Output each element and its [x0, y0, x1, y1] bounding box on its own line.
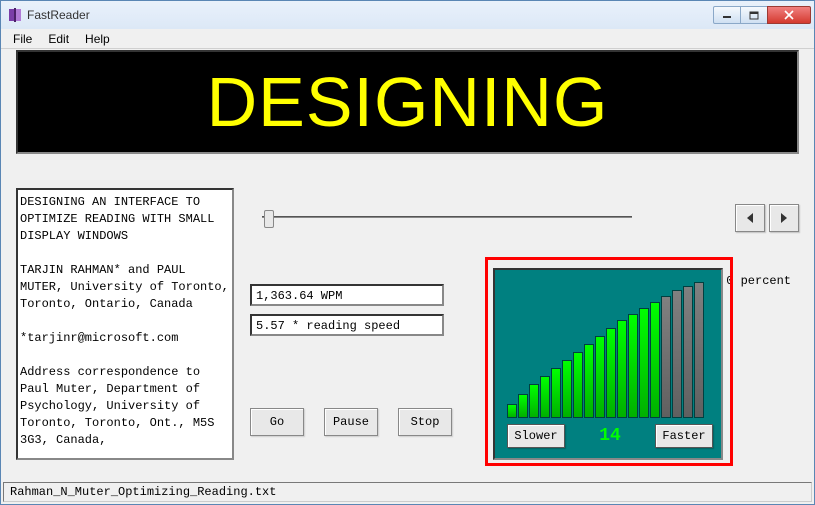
- speed-bars: [507, 278, 713, 418]
- slider-thumb[interactable]: [264, 210, 274, 228]
- speed-panel: Slower 14 Faster: [493, 268, 723, 460]
- speed-bar: [683, 286, 693, 418]
- titlebar[interactable]: FastReader: [1, 1, 814, 29]
- menubar: File Edit Help: [1, 29, 814, 49]
- go-button[interactable]: Go: [250, 408, 304, 436]
- position-slider[interactable]: [262, 206, 632, 228]
- speed-bar: [562, 360, 572, 418]
- speed-value: 14: [571, 426, 649, 446]
- stop-button[interactable]: Stop: [398, 408, 452, 436]
- status-filename: Rahman_N_Muter_Optimizing_Reading.txt: [10, 485, 276, 499]
- close-button[interactable]: [767, 6, 811, 24]
- slider-track-line: [262, 216, 632, 218]
- app-icon: [7, 7, 23, 23]
- faster-button[interactable]: Faster: [655, 424, 713, 448]
- menu-help[interactable]: Help: [77, 30, 118, 48]
- speed-bar: [694, 282, 704, 418]
- nav-buttons: [731, 204, 799, 232]
- speed-bar: [529, 384, 539, 418]
- application-window: FastReader File Edit Help DESIGNING DESI…: [0, 0, 815, 505]
- speed-bar: [573, 352, 583, 418]
- slower-button[interactable]: Slower: [507, 424, 565, 448]
- speed-bar: [617, 320, 627, 418]
- speed-bar: [650, 302, 660, 418]
- reading-speed-display: 5.57 * reading speed: [250, 314, 444, 336]
- speed-bar: [507, 404, 517, 418]
- speed-bar: [551, 368, 561, 418]
- pause-button[interactable]: Pause: [324, 408, 378, 436]
- minimize-button[interactable]: [713, 6, 741, 24]
- speed-bar: [595, 336, 605, 418]
- statusbar: Rahman_N_Muter_Optimizing_Reading.txt: [3, 482, 812, 502]
- next-button[interactable]: [769, 204, 799, 232]
- speed-bar: [584, 344, 594, 418]
- wpm-display: 1,363.64 WPM: [250, 284, 444, 306]
- speed-bar: [540, 376, 550, 418]
- control-buttons: Go Pause Stop: [250, 408, 452, 436]
- menu-file[interactable]: File: [5, 30, 40, 48]
- prev-button[interactable]: [735, 204, 765, 232]
- menu-edit[interactable]: Edit: [40, 30, 77, 48]
- client-area: DESIGNING DESIGNING AN INTERFACE TO OPTI…: [10, 50, 805, 480]
- window-buttons: [714, 6, 811, 24]
- percent-label: 0 percent: [726, 274, 791, 288]
- speed-bar: [518, 394, 528, 418]
- source-text-box[interactable]: DESIGNING AN INTERFACE TO OPTIMIZE READI…: [16, 188, 234, 460]
- maximize-button[interactable]: [740, 6, 768, 24]
- speed-bar: [628, 314, 638, 418]
- speed-bar: [639, 308, 649, 418]
- speed-bar: [672, 290, 682, 418]
- reading-display: DESIGNING: [16, 50, 799, 154]
- window-title: FastReader: [27, 8, 714, 22]
- speed-bar: [661, 296, 671, 418]
- speed-bar: [606, 328, 616, 418]
